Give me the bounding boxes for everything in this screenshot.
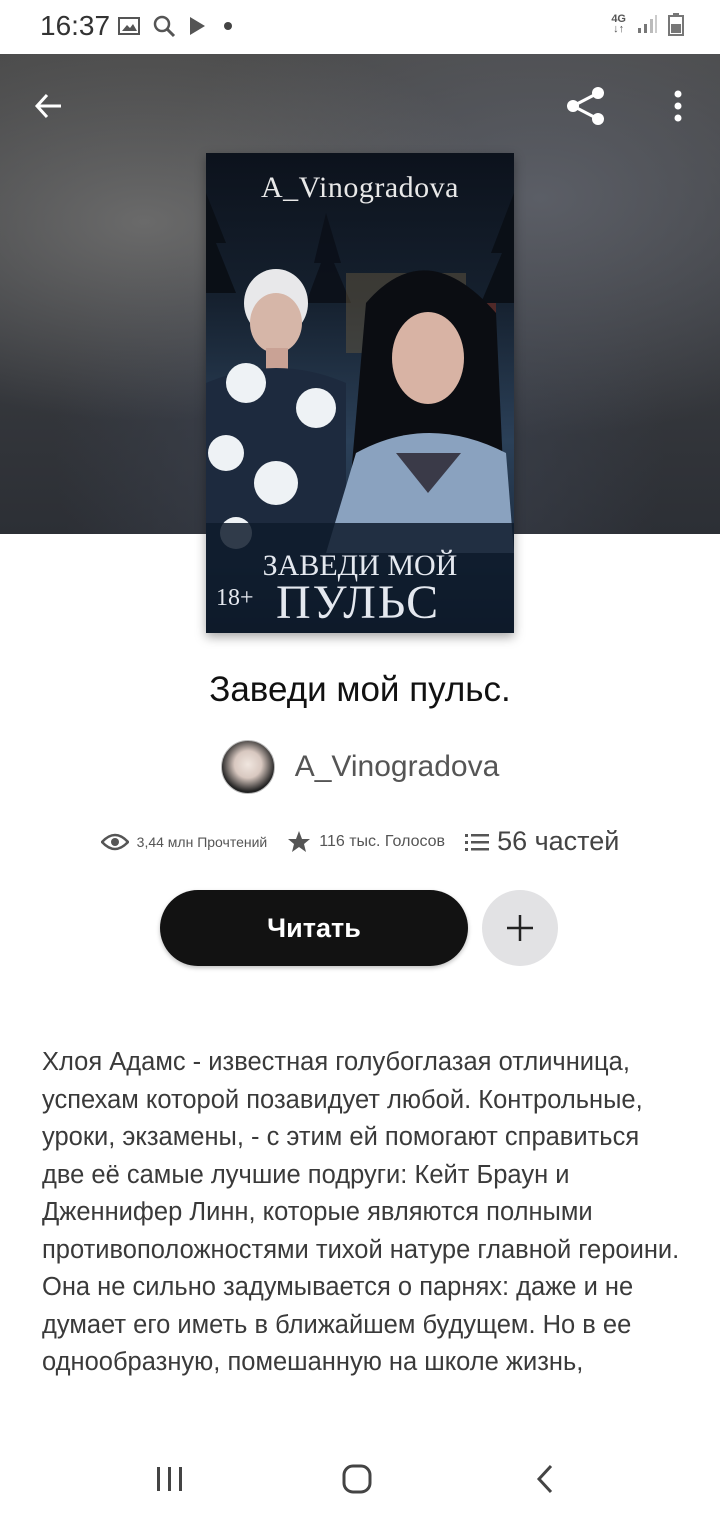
- network-type: 4G ↓↑: [611, 13, 626, 35]
- book-description: Хлоя Адамс - известная голубоглазая отли…: [42, 1044, 682, 1382]
- description-paragraph: Она не сильно задумывается о парнях: даж…: [42, 1273, 634, 1376]
- eye-icon: [100, 833, 129, 850]
- system-nav-bar: [0, 1432, 720, 1520]
- author-name[interactable]: A_Vinogradova: [295, 750, 500, 784]
- battery-icon: [668, 13, 684, 36]
- cover-age-rating: 18+: [216, 585, 254, 611]
- home-button[interactable]: [332, 1454, 382, 1504]
- book-title: Заведи мой пульс.: [209, 670, 511, 709]
- signal-icon: [638, 15, 657, 33]
- parts-stat[interactable]: 56 частей: [465, 826, 619, 857]
- status-time: 16:37: [40, 10, 111, 41]
- more-options-button[interactable]: [656, 84, 700, 128]
- author-row[interactable]: A_Vinogradova: [0, 740, 720, 794]
- list-icon: [465, 833, 490, 851]
- votes-stat: 116 тыс. Голосов: [287, 830, 445, 854]
- play-icon: [190, 17, 205, 35]
- cover-author: A_Vinogradova: [261, 171, 459, 204]
- back-icon: [536, 1464, 553, 1494]
- more-vertical-icon: [674, 90, 682, 122]
- status-left-icons: [118, 14, 232, 38]
- votes-count: 116 тыс. Голосов: [319, 832, 446, 850]
- plus-icon: [507, 915, 533, 941]
- parts-count[interactable]: 56 частей: [497, 826, 619, 857]
- home-icon: [342, 1464, 372, 1494]
- gallery-icon: [118, 17, 140, 35]
- share-button[interactable]: [564, 84, 608, 128]
- share-icon: [567, 87, 604, 125]
- reads-count: 3,44 млн Прочтений: [136, 833, 268, 850]
- star-icon: [288, 830, 311, 852]
- dot-icon: [224, 22, 232, 30]
- book-stats: 3,44 млн Прочтений 116 тыс. Голосов 56 ч…: [0, 826, 720, 857]
- book-cover[interactable]: A_Vinogradova ЗАВЕДИ МОЙ 18+ ПУЛЬС: [206, 153, 514, 633]
- back-button[interactable]: [27, 84, 71, 128]
- description-paragraph: Хлоя Адамс - известная голубоглазая отли…: [42, 1048, 680, 1264]
- add-to-library-button[interactable]: [482, 890, 558, 966]
- recents-button[interactable]: [145, 1454, 195, 1504]
- reads-stat: 3,44 млн Прочтений: [100, 832, 268, 852]
- recents-icon: [157, 1467, 182, 1491]
- status-right-icons: 4G ↓↑: [611, 12, 684, 36]
- search-icon: [153, 15, 176, 38]
- arrow-left-icon: [34, 93, 61, 119]
- cover-title-line2: ПУЛЬС: [276, 576, 441, 629]
- status-bar: 16:37 4G ↓↑: [0, 0, 720, 54]
- author-avatar[interactable]: [220, 740, 275, 794]
- nav-back-button[interactable]: [520, 1454, 570, 1504]
- read-button[interactable]: Читать: [160, 890, 468, 966]
- description-viewport[interactable]: Хлоя Адамс - известная голубоглазая отли…: [0, 1040, 720, 1432]
